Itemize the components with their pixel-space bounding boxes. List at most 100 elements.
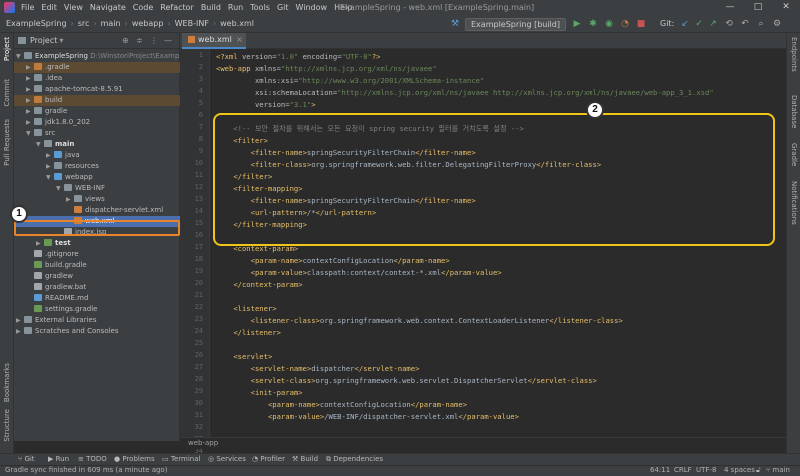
hide-icon[interactable]: —: [164, 36, 172, 45]
breadcrumb-src[interactable]: src: [76, 19, 92, 28]
stop-icon[interactable]: ■: [636, 19, 646, 29]
chevron-down-icon: ▼: [36, 141, 41, 148]
options-icon[interactable]: ⋮: [150, 36, 158, 45]
locate-icon[interactable]: ⊕: [122, 36, 129, 45]
tool-tab-database[interactable]: Database: [790, 95, 798, 128]
menu-git[interactable]: Git: [277, 3, 289, 12]
menu-build[interactable]: Build: [201, 3, 221, 12]
tree-item-resources[interactable]: ▶ resources: [14, 161, 180, 172]
history-icon[interactable]: ⟲: [724, 19, 734, 29]
tree-item-gradlew[interactable]: gradlew: [14, 271, 180, 282]
git-update-icon[interactable]: ↙: [680, 19, 690, 29]
hammer-icon[interactable]: ⚒: [450, 19, 460, 29]
project-panel-title[interactable]: Project: [30, 36, 57, 45]
rollback-icon[interactable]: ↶: [740, 19, 750, 29]
maximize-button[interactable]: □: [744, 0, 772, 15]
profile-icon[interactable]: ◔: [620, 19, 630, 29]
tree-item-idea[interactable]: ▶ .idea: [14, 73, 180, 84]
tree-item-jdk[interactable]: ▶ jdk1.8.0_202: [14, 117, 180, 128]
menu-view[interactable]: View: [64, 3, 83, 12]
menu-file[interactable]: File: [21, 3, 34, 12]
tree-item-gradlew-bat[interactable]: gradlew.bat: [14, 282, 180, 293]
lock-icon[interactable]: 🔓︎: [756, 466, 761, 475]
tree-item-build-gradle[interactable]: build.gradle: [14, 260, 180, 271]
tool-tab-endpoints[interactable]: Endpoints: [790, 37, 798, 72]
tool-build[interactable]: ⚒ Build: [292, 455, 318, 463]
collapse-icon[interactable]: ≑: [136, 36, 143, 45]
search-icon[interactable]: ⌕: [756, 19, 766, 29]
tree-item-webapp[interactable]: ▼ webapp: [14, 172, 180, 183]
run-config-select[interactable]: ExampleSpring [build]: [465, 18, 566, 31]
tree-item-views[interactable]: ▶ views: [14, 194, 180, 205]
file-encoding[interactable]: UTF-8: [696, 466, 716, 474]
tool-terminal[interactable]: ▭ Terminal: [162, 455, 200, 463]
tool-tab-notifications[interactable]: Notifications: [790, 181, 798, 225]
breadcrumb-web-inf[interactable]: WEB-INF: [173, 19, 211, 28]
tool-tab-project[interactable]: Project: [3, 37, 11, 61]
tool-run[interactable]: ▶ Run: [48, 455, 69, 463]
menu-window[interactable]: Window: [296, 3, 328, 12]
chevron-down-icon[interactable]: ▾: [59, 36, 63, 45]
line-number: 16: [194, 231, 203, 239]
tool-services[interactable]: ◎ Services: [208, 455, 246, 463]
scratches-icon: [24, 327, 32, 334]
tree-item-java[interactable]: ▶ java: [14, 150, 180, 161]
left-tool-strip: Project Commit Pull Requests Bookmarks S…: [0, 33, 14, 453]
tree-item-dispatcher-servlet[interactable]: dispatcher-servlet.xml: [14, 205, 180, 216]
tree-item-gitignore[interactable]: .gitignore: [14, 249, 180, 260]
settings-icon[interactable]: ⚙: [772, 19, 782, 29]
menu-edit[interactable]: Edit: [41, 3, 57, 12]
breadcrumb-webapp[interactable]: webapp: [130, 19, 166, 28]
tree-item-web-inf[interactable]: ▼ WEB-INF: [14, 183, 180, 194]
breadcrumb-main[interactable]: main: [99, 19, 123, 28]
menu-code[interactable]: Code: [133, 3, 153, 12]
minimize-button[interactable]: —: [716, 0, 744, 15]
line-number: 26: [194, 351, 203, 359]
tree-item-main[interactable]: ▼ main: [14, 139, 180, 150]
breadcrumb-web-xml[interactable]: web.xml: [218, 19, 256, 28]
breadcrumb-project[interactable]: ExampleSpring: [4, 19, 69, 28]
close-button[interactable]: ✕: [772, 0, 800, 15]
tool-problems[interactable]: ● Problems: [114, 455, 155, 463]
caret-position[interactable]: 64:11: [650, 466, 670, 474]
tool-tab-pull-requests[interactable]: Pull Requests: [3, 119, 11, 166]
debug-icon[interactable]: ✱: [588, 19, 598, 29]
menu-tools[interactable]: Tools: [250, 3, 270, 12]
tree-item-test[interactable]: ▶ test: [14, 238, 180, 249]
close-tab-icon[interactable]: ×: [236, 33, 243, 47]
tool-git[interactable]: ⑂ Git: [18, 455, 35, 463]
git-branch[interactable]: ⑂ main: [766, 466, 790, 474]
list-icon: ≡: [78, 455, 84, 463]
tree-item-readme[interactable]: README.md: [14, 293, 180, 304]
folder-icon: [34, 63, 42, 70]
tree-item-build[interactable]: ▶ build: [14, 95, 180, 106]
tool-tab-gradle[interactable]: Gradle: [790, 143, 798, 166]
git-commit-icon[interactable]: ✓: [694, 19, 704, 29]
tree-item-scratches[interactable]: ▶ Scratches and Consoles: [14, 326, 180, 337]
menu-navigate[interactable]: Navigate: [90, 3, 126, 12]
run-icon[interactable]: ▶: [572, 19, 582, 29]
git-push-icon[interactable]: ↗: [708, 19, 718, 29]
tree-item-settings-gradle[interactable]: settings.gradle: [14, 304, 180, 315]
status-message[interactable]: Gradle sync finished in 609 ms (a minute…: [5, 466, 167, 474]
line-number: 25: [194, 339, 203, 347]
tree-item-external-libraries[interactable]: ▶ External Libraries: [14, 315, 180, 326]
tool-tab-bookmarks[interactable]: Bookmarks: [3, 363, 11, 402]
line-separator[interactable]: CRLF: [674, 466, 692, 474]
tool-todo[interactable]: ≡ TODO: [78, 455, 107, 463]
tool-dependencies[interactable]: ⧉ Dependencies: [326, 455, 383, 464]
tree-item-gradle-dir[interactable]: ▶ .gradle: [14, 62, 180, 73]
tree-item-gradle[interactable]: ▶ gradle: [14, 106, 180, 117]
tool-tab-structure[interactable]: Structure: [3, 409, 11, 442]
tree-item-src[interactable]: ▼ src: [14, 128, 180, 139]
tool-profiler[interactable]: ◔ Profiler: [252, 455, 285, 463]
tree-item-tomcat[interactable]: ▶ apache-tomcat-8.5.91: [14, 84, 180, 95]
tree-item-root[interactable]: ▼ ExampleSpring D:\WinstoriProject\Exampl…: [14, 51, 195, 62]
tool-tab-commit[interactable]: Commit: [3, 79, 11, 107]
menu-refactor[interactable]: Refactor: [160, 3, 194, 12]
editor-breadcrumb-item[interactable]: web-app: [188, 439, 218, 447]
menu-run[interactable]: Run: [228, 3, 243, 12]
coverage-icon[interactable]: ◉: [604, 19, 614, 29]
tab-web-xml[interactable]: web.xml ×: [182, 33, 246, 49]
indent-setting[interactable]: 4 spaces: [724, 466, 755, 474]
